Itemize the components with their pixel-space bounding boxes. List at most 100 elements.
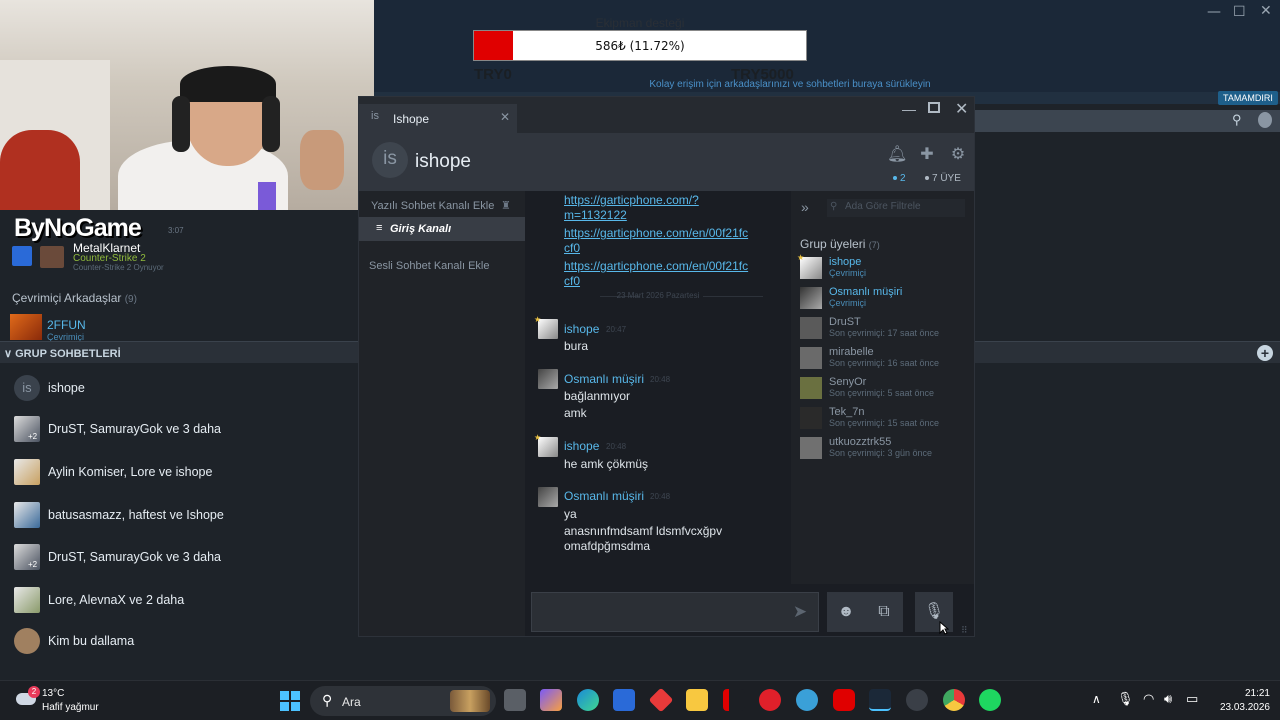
close-icon[interactable]: ✕: [1260, 3, 1272, 19]
group-item[interactable]: +2 DruST, SamurayGok ve 3 daha: [0, 538, 358, 578]
friend-name[interactable]: 2FFUN: [47, 318, 86, 332]
edge-icon[interactable]: [577, 689, 599, 711]
app-icon[interactable]: [648, 687, 674, 713]
message-author[interactable]: ishope: [564, 439, 599, 453]
message-link[interactable]: https://garticphone.com/en/00f21fc: [564, 259, 748, 274]
members-header-count: (7): [868, 240, 880, 250]
search-highlight-image: [450, 690, 490, 712]
group-item[interactable]: batusasmazz, haftest ve Ishope: [0, 496, 358, 536]
group-item[interactable]: is ishope: [0, 369, 358, 409]
steam-icon[interactable]: [869, 689, 891, 711]
store-icon[interactable]: [613, 689, 635, 711]
group-item[interactable]: Lore, AlevnaX ve 2 daha: [0, 581, 358, 621]
maximize-icon[interactable]: [928, 102, 940, 113]
file-explorer-icon[interactable]: [686, 689, 708, 711]
friends-search-bar[interactable]: ⚲: [974, 110, 1280, 132]
opera-icon[interactable]: [759, 689, 781, 711]
netflix-icon[interactable]: [723, 689, 745, 711]
message-link[interactable]: https://garticphone.com/?: [564, 193, 699, 208]
member-item[interactable]: Osmanlı müşiri Çevrimiçi: [800, 286, 970, 313]
message-author[interactable]: Osmanlı müşiri: [564, 372, 644, 386]
avatar: [14, 628, 40, 654]
message-link[interactable]: cf0: [564, 241, 580, 256]
search-icon[interactable]: ⚲: [1232, 112, 1242, 128]
add-group-icon[interactable]: +: [1257, 345, 1273, 361]
close-icon[interactable]: ✕: [955, 99, 968, 119]
avatar[interactable]: [538, 369, 558, 389]
member-item[interactable]: Tek_7n Son çevrimiçi: 15 saat önce: [800, 406, 970, 433]
microphone-icon[interactable]: 🎙︎: [1117, 692, 1134, 707]
chrome-icon[interactable]: [943, 689, 965, 711]
clock-time[interactable]: 21:21: [1230, 688, 1270, 699]
group-name: Kim bu dallama: [48, 634, 135, 648]
group-item[interactable]: Aylin Komiser, Lore ve ishope: [0, 453, 358, 493]
avatar[interactable]: [538, 487, 558, 507]
chevron-up-icon[interactable]: ∧: [1092, 692, 1101, 706]
close-icon[interactable]: ✕: [500, 110, 510, 124]
group-name: Lore, AlevnaX ve 2 daha: [48, 593, 185, 607]
group-item[interactable]: Kim bu dallama: [0, 622, 358, 662]
weather-temperature[interactable]: 13°C: [42, 688, 64, 699]
message-list: https://garticphone.com/? m=1132122 http…: [525, 191, 791, 584]
message-author[interactable]: ishope: [564, 322, 599, 336]
app-icon[interactable]: [796, 689, 818, 711]
message-author[interactable]: Osmanlı müşiri: [564, 489, 644, 503]
tab-label: Ishope: [393, 112, 430, 126]
wifi-icon[interactable]: ◠: [1143, 692, 1154, 707]
trash-icon[interactable]: ♜: [501, 199, 511, 212]
group-item[interactable]: +2 DruST, SamurayGok ve 3 daha: [0, 410, 358, 450]
tab-ishope[interactable]: is Ishope ✕: [359, 104, 517, 133]
member-filter-input[interactable]: Ada Göre Filtrele: [827, 199, 965, 217]
cam-light: [258, 182, 276, 210]
drag-hint: Kolay erişim için arkadaşlarınızı ve soh…: [649, 79, 931, 90]
add-voice-channel-button[interactable]: Sesli Sohbet Kanalı Ekle: [369, 260, 489, 272]
member-item[interactable]: DruST Son çevrimiçi: 17 saat önce: [800, 316, 970, 343]
message-link[interactable]: m=1132122: [564, 208, 627, 223]
copilot-icon[interactable]: [540, 689, 562, 711]
channel-entry[interactable]: ≡ Giriş Kanalı: [359, 217, 525, 241]
clock-date[interactable]: 23.03.2026: [1214, 702, 1270, 713]
add-user-icon[interactable]: ✚: [918, 146, 936, 164]
collapse-icon[interactable]: »: [801, 199, 809, 215]
member-item[interactable]: utkuozztrk55 Son çevrimiçi: 3 gün önce: [800, 436, 970, 463]
message-link[interactable]: cf0: [564, 274, 580, 289]
group-badge: +2: [28, 432, 38, 441]
spotify-icon[interactable]: [979, 689, 1001, 711]
avatar[interactable]: [10, 314, 42, 340]
emoji-button[interactable]: ☻: [827, 592, 865, 632]
gear-icon[interactable]: ⚙: [949, 146, 967, 164]
message-link[interactable]: https://garticphone.com/en/00f21fc: [564, 226, 748, 241]
minimize-icon[interactable]: —: [902, 101, 916, 117]
group-chats-label: ∨ GRUP SOHBETLERİ: [4, 347, 121, 360]
youtube-icon[interactable]: [833, 689, 855, 711]
search-input[interactable]: ⚲ Ara: [310, 686, 496, 716]
minimize-icon[interactable]: —: [1207, 4, 1221, 20]
bell-icon[interactable]: 🔔︎: [887, 146, 907, 164]
message-input[interactable]: [531, 592, 819, 632]
member-item[interactable]: mirabelle Son çevrimiçi: 16 saat önce: [800, 346, 970, 373]
volume-icon[interactable]: 🔊︎: [1164, 692, 1172, 707]
app-icon[interactable]: [906, 689, 928, 711]
member-name: ishope: [829, 256, 862, 268]
member-name: utkuozztrk55: [829, 436, 892, 448]
start-button[interactable]: [280, 691, 300, 711]
add-text-channel-button[interactable]: Yazılı Sohbet Kanalı Ekle: [371, 200, 494, 212]
weather-icon[interactable]: 2: [16, 686, 40, 711]
avatar: +2: [14, 416, 40, 442]
add-friend-icon[interactable]: [1258, 112, 1272, 128]
weather-description[interactable]: Hafif yağmur: [42, 702, 99, 713]
search-label: Ara: [342, 695, 361, 709]
maximize-icon[interactable]: ☐: [1233, 4, 1246, 20]
avatar[interactable]: [40, 246, 64, 268]
avatar[interactable]: is: [372, 142, 408, 178]
member-status: Son çevrimiçi: 15 saat önce: [829, 418, 940, 428]
attach-button[interactable]: ⧉: [865, 592, 903, 632]
online-friends-header[interactable]: Çevrimiçi Arkadaşlar (9): [12, 291, 137, 305]
battery-icon[interactable]: ▭: [1186, 692, 1198, 707]
member-item[interactable]: ★ ishope Çevrimiçi: [797, 253, 970, 283]
task-view-icon[interactable]: [504, 689, 526, 711]
avatar: [14, 502, 40, 528]
send-button[interactable]: ➤: [781, 592, 819, 632]
resize-grip[interactable]: ⠿: [961, 625, 968, 636]
member-item[interactable]: SenyOr Son çevrimiçi: 5 saat önce: [800, 376, 970, 403]
